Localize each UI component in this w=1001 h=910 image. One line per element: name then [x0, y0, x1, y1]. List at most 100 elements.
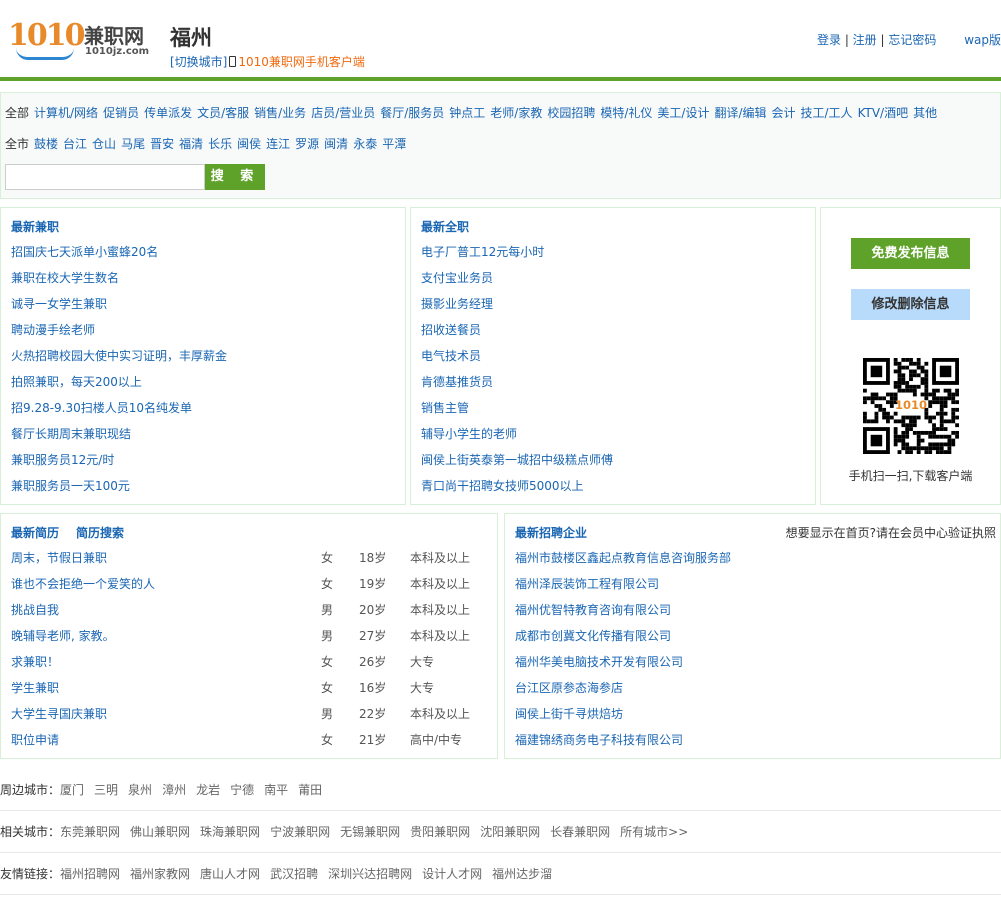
category-link[interactable]: 技工/工人 [801, 106, 853, 120]
forgot-password-link[interactable]: 忘记密码 [888, 33, 936, 47]
job-link[interactable]: 摄影业务经理 [421, 297, 493, 311]
footer-link[interactable]: 珠海兼职网 [200, 825, 260, 839]
job-link[interactable]: 招国庆七天派单小蜜蜂20名 [11, 245, 158, 259]
category-link[interactable]: 校园招聘 [547, 106, 595, 120]
category-link[interactable]: 文员/客服 [197, 106, 249, 120]
footer-link[interactable]: 唐山人才网 [200, 867, 260, 881]
job-link[interactable]: 销售主管 [421, 401, 469, 415]
footer-link[interactable]: 福州达步溜 [492, 867, 552, 881]
job-link[interactable]: 拍照兼职，每天200以上 [11, 375, 142, 389]
job-link[interactable]: 火热招聘校园大使中实习证明，丰厚薪金 [11, 349, 227, 363]
resume-title-link[interactable]: 周末，节假日兼职 [11, 551, 107, 565]
job-link[interactable]: 支付宝业务员 [421, 271, 493, 285]
job-link[interactable]: 辅导小学生的老师 [421, 427, 517, 441]
edit-info-button[interactable]: 修改删除信息 [851, 289, 970, 320]
company-link[interactable]: 成都市创冀文化传播有限公司 [515, 629, 671, 643]
wap-link[interactable]: wap版 [964, 33, 1001, 47]
footer-link[interactable]: 长春兼职网 [550, 825, 610, 839]
company-link[interactable]: 福州泽辰装饰工程有限公司 [515, 577, 659, 591]
footer-link[interactable]: 三明 [94, 783, 118, 797]
district-link[interactable]: 闽清 [324, 137, 348, 151]
job-link[interactable]: 兼职在校大学生数名 [11, 271, 119, 285]
district-link[interactable]: 鼓楼 [34, 137, 58, 151]
district-all[interactable]: 全市 [5, 137, 29, 151]
footer-link[interactable]: 龙岩 [196, 783, 220, 797]
resume-title-link[interactable]: 大学生寻国庆兼职 [11, 707, 107, 721]
resume-title-link[interactable]: 学生兼职 [11, 681, 59, 695]
job-link[interactable]: 闽侯上街英泰第一城招中级糕点师傅 [421, 453, 613, 467]
company-link[interactable]: 福州优智特教育咨询有限公司 [515, 603, 671, 617]
district-link[interactable]: 平潭 [382, 137, 406, 151]
site-logo[interactable]: 1010 兼职网 1010jz.com [8, 18, 153, 60]
category-link[interactable]: KTV/酒吧 [858, 106, 909, 120]
footer-link[interactable]: 莆田 [298, 783, 322, 797]
job-link[interactable]: 兼职服务员12元/时 [11, 453, 114, 467]
category-link[interactable]: 钟点工 [449, 106, 485, 120]
district-link[interactable]: 福清 [179, 137, 203, 151]
job-link[interactable]: 兼职服务员一天100元 [11, 479, 130, 493]
company-link[interactable]: 福州市鼓楼区鑫起点教育信息咨询服务部 [515, 551, 731, 565]
category-link[interactable]: 促销员 [103, 106, 139, 120]
category-link[interactable]: 美工/设计 [657, 106, 709, 120]
category-link[interactable]: 计算机/网络 [34, 106, 98, 120]
latest-resumes-title[interactable]: 最新简历 [11, 524, 59, 541]
district-link[interactable]: 晋安 [150, 137, 174, 151]
search-input[interactable] [5, 164, 205, 190]
resume-search-link[interactable]: 简历搜索 [76, 524, 124, 541]
switch-city-link[interactable]: [切换城市] [170, 55, 227, 69]
job-link[interactable]: 聘动漫手绘老师 [11, 323, 95, 337]
category-link[interactable]: 传单派发 [144, 106, 192, 120]
district-link[interactable]: 仓山 [92, 137, 116, 151]
category-link[interactable]: 会计 [772, 106, 796, 120]
footer-link[interactable]: 沈阳兼职网 [480, 825, 540, 839]
job-link[interactable]: 招9.28-9.30扫楼人员10名纯发单 [11, 401, 192, 415]
district-link[interactable]: 永泰 [353, 137, 377, 151]
footer-link[interactable]: 福州家教网 [130, 867, 190, 881]
footer-link[interactable]: 福州招聘网 [60, 867, 120, 881]
resume-title-link[interactable]: 职位申请 [11, 733, 59, 747]
footer-link[interactable]: 贵阳兼职网 [410, 825, 470, 839]
latest-fulltime-title[interactable]: 最新全职 [421, 218, 469, 235]
district-link[interactable]: 台江 [63, 137, 87, 151]
footer-link[interactable]: 厦门 [60, 783, 84, 797]
publish-info-button[interactable]: 免费发布信息 [851, 238, 970, 269]
job-link[interactable]: 青口尚干招聘女技师5000以上 [421, 479, 584, 493]
footer-link[interactable]: 宁德 [230, 783, 254, 797]
job-link[interactable]: 电子厂普工12元每小时 [421, 245, 544, 259]
footer-link[interactable]: 深圳兴达招聘网 [328, 867, 412, 881]
category-link[interactable]: 翻译/编辑 [714, 106, 766, 120]
register-link[interactable]: 注册 [853, 33, 877, 47]
job-link[interactable]: 招收送餐员 [421, 323, 481, 337]
footer-link[interactable]: 武汉招聘 [270, 867, 318, 881]
company-link[interactable]: 闽侯上街千寻烘焙坊 [515, 707, 623, 721]
footer-link[interactable]: 设计人才网 [422, 867, 482, 881]
district-link[interactable]: 马尾 [121, 137, 145, 151]
latest-jobs-title[interactable]: 最新兼职 [11, 218, 59, 235]
category-link[interactable]: 模特/礼仪 [600, 106, 652, 120]
job-link[interactable]: 电气技术员 [421, 349, 481, 363]
footer-link[interactable]: 佛山兼职网 [130, 825, 190, 839]
job-link[interactable]: 餐厅长期周末兼职现结 [11, 427, 131, 441]
footer-link[interactable]: 宁波兼职网 [270, 825, 330, 839]
footer-link[interactable]: 漳州 [162, 783, 186, 797]
district-link[interactable]: 长乐 [208, 137, 232, 151]
company-link[interactable]: 福建锦绣商务电子科技有限公司 [515, 733, 683, 747]
job-link[interactable]: 诚寻一女学生兼职 [11, 297, 107, 311]
resume-title-link[interactable]: 挑战自我 [11, 603, 59, 617]
district-link[interactable]: 罗源 [295, 137, 319, 151]
login-link[interactable]: 登录 [817, 33, 841, 47]
latest-companies-title[interactable]: 最新招聘企业 [515, 524, 587, 541]
category-link[interactable]: 其他 [913, 106, 937, 120]
footer-link[interactable]: 所有城市>> [620, 825, 688, 839]
app-download-link[interactable]: 1010兼职网手机客户端 [238, 55, 365, 69]
footer-link[interactable]: 泉州 [128, 783, 152, 797]
footer-link[interactable]: 无锡兼职网 [340, 825, 400, 839]
company-link[interactable]: 福州华美电脑技术开发有限公司 [515, 655, 683, 669]
category-link[interactable]: 餐厅/服务员 [380, 106, 444, 120]
company-link[interactable]: 台江区原参态海参店 [515, 681, 623, 695]
footer-link[interactable]: 南平 [264, 783, 288, 797]
job-link[interactable]: 肯德基推货员 [421, 375, 493, 389]
district-link[interactable]: 连江 [266, 137, 290, 151]
category-link[interactable]: 老师/家教 [490, 106, 542, 120]
resume-title-link[interactable]: 晚辅导老师, 家教。 [11, 629, 115, 643]
